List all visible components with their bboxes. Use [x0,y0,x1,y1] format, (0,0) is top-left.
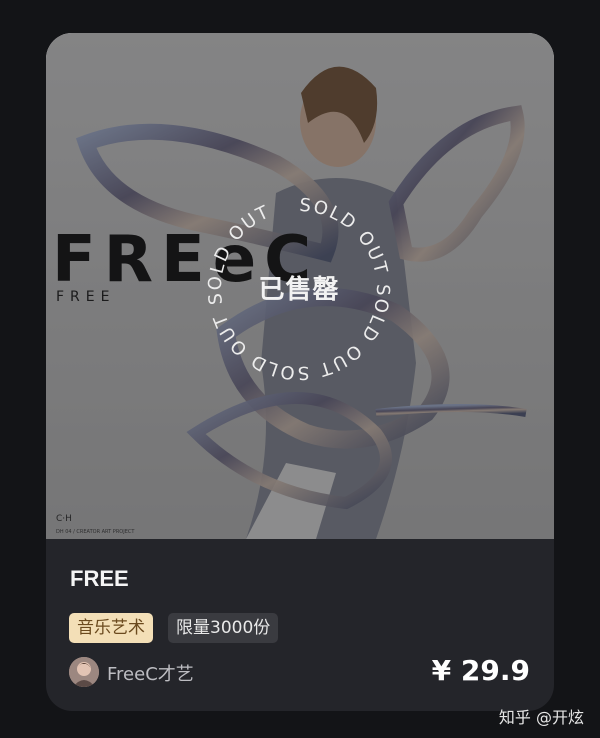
price: ¥ 29.9 [431,654,530,687]
avatar-image [69,657,99,687]
category-tag: 音乐艺术 [69,613,153,643]
creator-name[interactable]: FreeC才艺 [107,660,194,686]
artwork-image[interactable]: FREeC FREE C·H DH 04 / CREATOR ART PROJE… [46,33,554,539]
limited-edition-tag: 限量3000份 [168,613,279,643]
creator-avatar[interactable] [69,657,99,687]
source-watermark: 知乎 @开炫 [498,708,584,727]
collectible-card[interactable]: FREeC FREE C·H DH 04 / CREATOR ART PROJE… [46,33,554,711]
sold-out-label: 已售罄 [258,275,340,305]
item-title: FREE [70,566,129,591]
